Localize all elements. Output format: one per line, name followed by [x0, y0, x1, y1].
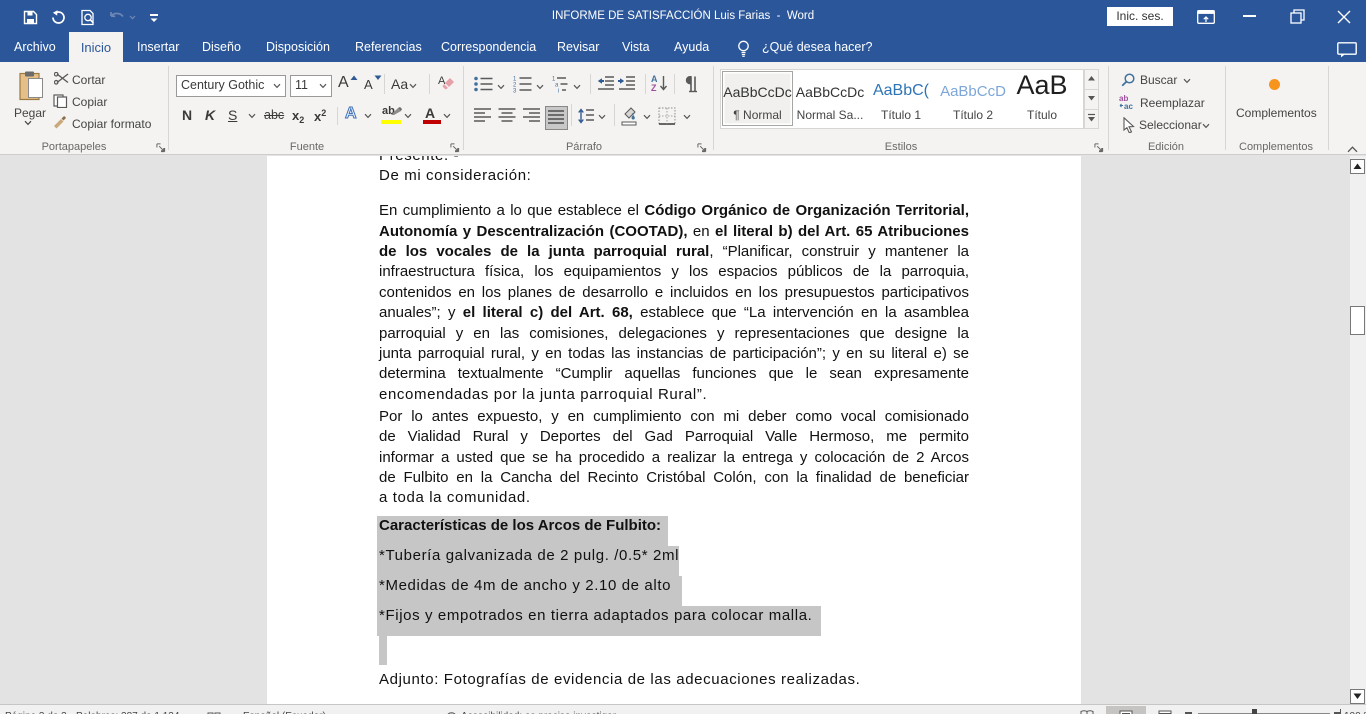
svg-text:Z: Z	[651, 83, 657, 93]
svg-text:i: i	[558, 89, 559, 94]
svg-text:3: 3	[513, 89, 517, 94]
svg-text:ac: ac	[1124, 102, 1133, 110]
